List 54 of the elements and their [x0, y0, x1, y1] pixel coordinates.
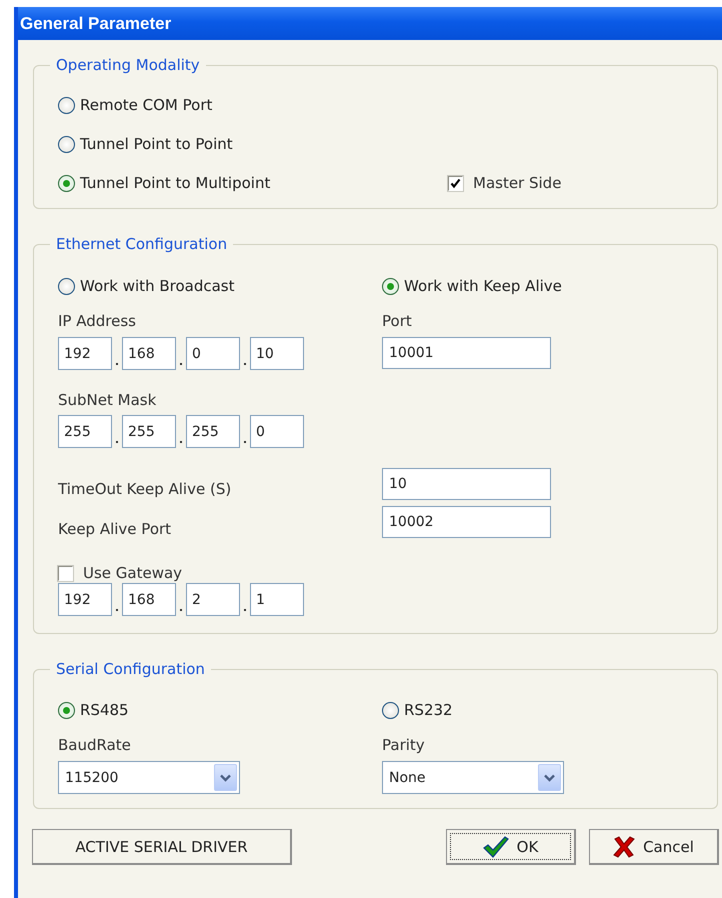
action-button[interactable]: ACTIVE SERIAL DRIVER [32, 829, 292, 865]
ip-octet-field[interactable]: 192 [58, 337, 112, 370]
radio-indicator[interactable] [58, 136, 75, 152]
ip-octet-field[interactable]: 0 [250, 415, 304, 448]
radio-indicator[interactable] [58, 278, 75, 294]
group-title: Operating Modality [55, 56, 201, 74]
ip-octet-field[interactable]: 168 [122, 337, 176, 370]
text-field[interactable]: 10001 [382, 337, 551, 369]
field-label: SubNet Mask [58, 391, 156, 409]
field-label: Keep Alive Port [58, 520, 172, 538]
dropdown-button[interactable] [538, 764, 561, 791]
checkmark-icon [450, 178, 461, 188]
checkbox[interactable]: Use Gateway [58, 564, 182, 582]
radio-button[interactable]: Tunnel Point to Point [58, 134, 233, 154]
dropdown-field[interactable]: None [382, 761, 564, 794]
radio-button[interactable]: RS232 [382, 700, 453, 720]
ip-octet-field[interactable]: 192 [58, 583, 112, 616]
window-title: General Parameter [18, 7, 722, 40]
radio-button[interactable]: Remote COM Port [58, 95, 212, 115]
field-label: IP Address [58, 312, 136, 330]
radio-button[interactable]: Work with Keep Alive [382, 276, 562, 296]
field-label: Port [382, 312, 412, 330]
radio-indicator[interactable] [382, 278, 399, 294]
radio-button[interactable]: RS485 [58, 700, 129, 720]
field-label: Parity [382, 736, 425, 754]
ok-button[interactable]: OK [446, 829, 576, 865]
dropdown-field[interactable]: 115200 [58, 761, 240, 794]
chevron-icon [220, 774, 231, 782]
ip-octet-field[interactable]: 255 [186, 415, 240, 448]
field-label: BaudRate [58, 736, 131, 754]
checkbox[interactable]: Master Side [448, 174, 562, 192]
field-label: TimeOut Keep Alive (S) [58, 480, 232, 498]
dropdown-button[interactable] [214, 764, 237, 791]
ip-octet-field[interactable]: 168 [122, 583, 176, 616]
ip-octet-field[interactable]: 1 [250, 583, 304, 616]
text-field[interactable]: 10002 [382, 506, 551, 538]
ip-octet-field[interactable]: 10 [250, 337, 304, 370]
radio-indicator[interactable] [382, 702, 399, 718]
radio-button[interactable]: Tunnel Point to Multipoint [58, 173, 270, 193]
radio-indicator[interactable] [58, 174, 75, 192]
radio-indicator[interactable] [58, 702, 75, 718]
radio-indicator[interactable] [58, 96, 75, 114]
ip-octet-field[interactable]: 2 [186, 583, 240, 616]
group-title: Ethernet Configuration [55, 235, 228, 253]
ip-octet-field[interactable]: 0 [186, 337, 240, 370]
group-title: Serial Configuration [55, 660, 206, 678]
text-field[interactable]: 10 [382, 468, 551, 500]
ip-octet-field[interactable]: 255 [122, 415, 176, 448]
x-icon [613, 836, 636, 858]
ip-octet-field[interactable]: 255 [58, 415, 112, 448]
chevron-icon [544, 774, 555, 782]
checkmark-icon [482, 836, 509, 858]
cancel-button[interactable]: Cancel [589, 829, 719, 865]
radio-button[interactable]: Work with Broadcast [58, 276, 234, 296]
